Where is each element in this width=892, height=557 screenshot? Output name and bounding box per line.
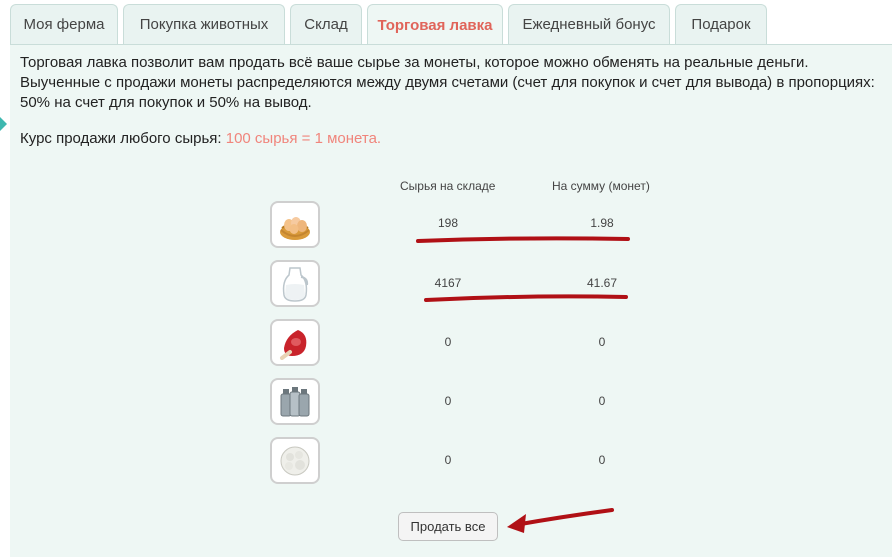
item-icon-box [270, 319, 320, 366]
tab-daily-bonus[interactable]: Ежедневный бонус [508, 4, 670, 44]
row-3-stock: 0 [444, 335, 452, 349]
item-icon-box [270, 260, 320, 307]
row-2-stock: 4167 [434, 276, 462, 290]
item-icon-box [270, 378, 320, 425]
tab-buy-animals[interactable]: Покупка животных [123, 4, 285, 44]
trade-shop-panel [10, 44, 892, 557]
row-5-stock: 0 [444, 453, 452, 467]
item-icon-box [270, 437, 320, 484]
tab-trade-shop[interactable]: Торговая лавка [367, 4, 503, 45]
side-arrow-icon [0, 117, 7, 131]
tab-gift[interactable]: Подарок [675, 4, 767, 44]
description-line-1: Торговая лавка позволит вам продать всё … [20, 54, 809, 71]
wool-ball-icon [280, 446, 310, 475]
row-4-stock: 0 [444, 394, 452, 408]
row-1-stock: 198 [437, 216, 459, 230]
tab-warehouse[interactable]: Склад [290, 4, 362, 44]
exchange-rate-value: 100 сырья = 1 монета. [225, 130, 382, 147]
description-line-3: 50% на счет для покупок и 50% на вывод. [20, 94, 312, 111]
exchange-rate-label: Курс продажи любого сырья: [20, 130, 222, 147]
milk-jug-icon [282, 266, 309, 302]
description-line-2: Выученные с продажи монеты распределяютс… [20, 74, 875, 91]
row-4-sum: 0 [598, 394, 606, 408]
row-2-sum: 41.67 [586, 276, 618, 290]
milk-cans-icon [280, 386, 310, 416]
tab-my-farm[interactable]: Моя ферма [10, 4, 118, 44]
header-stock: Сырья на складе [400, 179, 496, 193]
exchange-rate: Курс продажи любого сырья: 100 сырья = 1… [20, 130, 381, 147]
item-icon-box [270, 201, 320, 248]
description: Торговая лавка позволит вам продать всё … [20, 53, 888, 113]
meat-ham-icon [280, 329, 307, 360]
tab-bar: Моя ферма Покупка животных Склад Торгова… [0, 0, 892, 45]
eggs-basket-icon [280, 216, 310, 240]
header-sum: На сумму (монет) [552, 179, 650, 193]
row-3-sum: 0 [598, 335, 606, 349]
sell-all-button[interactable]: Продать все [398, 512, 498, 541]
row-5-sum: 0 [598, 453, 606, 467]
row-1-sum: 1.98 [590, 216, 614, 230]
